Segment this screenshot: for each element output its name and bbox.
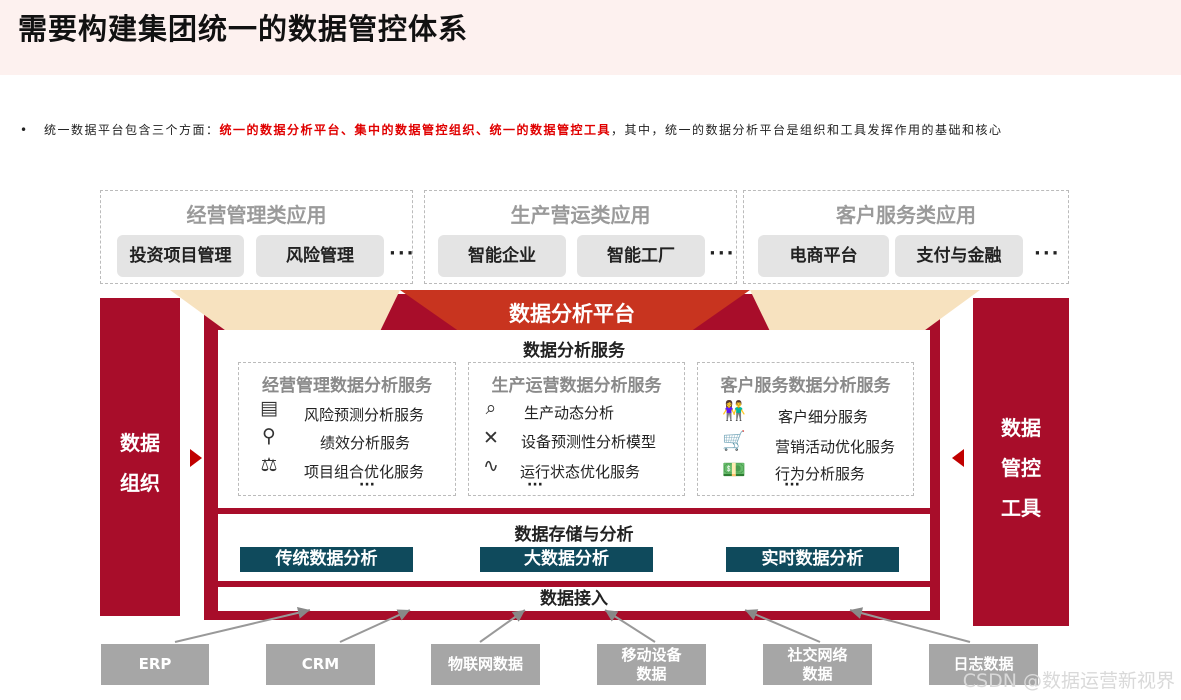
service-box-title: 生产运营数据分析服务	[491, 376, 662, 396]
service-box-management: 经营管理数据分析服务 ▤ 风险预测分析服务 ⚲ 绩效分析服务 ⚖ 项目组合优化服…	[238, 362, 456, 496]
bullet: •	[20, 123, 29, 137]
app-item: 电商平台	[758, 235, 889, 277]
source-crm: CRM	[266, 644, 375, 685]
intro-suffix: ，其中，统一的数据分析平台是组织和工具发挥作用的基础和核心	[611, 123, 1003, 137]
app-group-title: 生产营运类应用	[510, 203, 651, 227]
app-item: 智能工厂	[577, 235, 705, 277]
magnifier-icon: ⌕	[485, 397, 497, 419]
storage-title: 数据存储与分析	[514, 525, 634, 545]
app-group-customer: 客户服务类应用 电商平台 支付与金融 ···	[743, 190, 1069, 284]
source-arrows	[174, 606, 971, 643]
tools-icon: ✕	[483, 427, 499, 449]
more-dots: ···	[784, 477, 800, 493]
service-item: 营销活动优化服务	[775, 438, 896, 456]
platform-title: 数据分析平台	[509, 302, 635, 326]
more-dots: ···	[709, 243, 736, 264]
app-group-management: 经营管理类应用 投资项目管理 风险管理 ···	[100, 190, 416, 284]
source-mobile: 移动设备 数据	[597, 644, 706, 685]
app-group-production: 生产营运类应用 智能企业 智能工厂 ···	[424, 190, 737, 284]
app-group-title: 经营管理类应用	[186, 203, 327, 227]
service-item: 绩效分析服务	[320, 434, 411, 452]
more-dots: ···	[389, 243, 416, 264]
service-box-title: 经营管理数据分析服务	[262, 376, 432, 396]
source-iot: 物联网数据	[431, 644, 540, 685]
intro-prefix: 统一数据平台包含三个方面：	[44, 123, 220, 137]
intro-paragraph: • 统一数据平台包含三个方面：统一的数据分析平台、集中的数据管控组织、统一的数据管…	[20, 116, 1170, 144]
more-dots: ···	[527, 477, 543, 493]
left-arrow-icon	[952, 449, 964, 467]
money-icon: 💵	[722, 459, 746, 481]
service-item: 客户细分服务	[778, 408, 869, 426]
watermark: CSDN @数据运营新视界	[962, 670, 1175, 692]
right-arrow-icon	[190, 449, 202, 467]
service-item: 生产动态分析	[524, 404, 615, 422]
service-box-title: 客户服务数据分析服务	[720, 376, 891, 396]
service-item: 设备预测性分析模型	[521, 433, 657, 451]
more-dots: ···	[359, 477, 375, 493]
source-social: 社交网络 数据	[763, 644, 872, 685]
people-icon: 👫	[722, 400, 746, 422]
service-item: 风险预测分析服务	[304, 406, 425, 424]
app-item: 支付与金融	[895, 235, 1023, 277]
data-organization-label: 数据 组织	[120, 431, 160, 495]
storage-item: 大数据分析	[480, 547, 653, 572]
app-group-title: 客户服务类应用	[836, 203, 976, 227]
process-icon: ∿	[483, 455, 499, 477]
scale-icon: ⚖	[260, 454, 278, 476]
storage-item: 传统数据分析	[240, 547, 413, 572]
service-box-customer: 客户服务数据分析服务 👫 客户细分服务 🛒 营销活动优化服务 💵 行为分析服务 …	[697, 362, 914, 496]
storage-item: 实时数据分析	[726, 547, 899, 572]
cart-icon: 🛒	[722, 430, 746, 452]
app-item: 投资项目管理	[117, 235, 244, 277]
source-erp: ERP	[101, 644, 209, 685]
data-governance-tool-label: 数据 管控 工具	[1001, 416, 1041, 520]
faucet-icon: ⚲	[262, 425, 276, 447]
more-dots: ···	[1034, 243, 1061, 264]
app-item: 风险管理	[256, 235, 384, 277]
intro-highlight: 统一的数据分析平台、集中的数据管控组织、统一的数据管控工具	[219, 123, 612, 137]
services-title: 数据分析服务	[523, 341, 625, 361]
service-box-production: 生产运营数据分析服务 ⌕ 生产动态分析 ✕ 设备预测性分析模型 ∿ 运行状态优化…	[468, 362, 685, 496]
server-stack-icon: ▤	[260, 397, 278, 419]
page-title: 需要构建集团统一的数据管控体系	[18, 12, 469, 46]
app-item: 智能企业	[438, 235, 566, 277]
